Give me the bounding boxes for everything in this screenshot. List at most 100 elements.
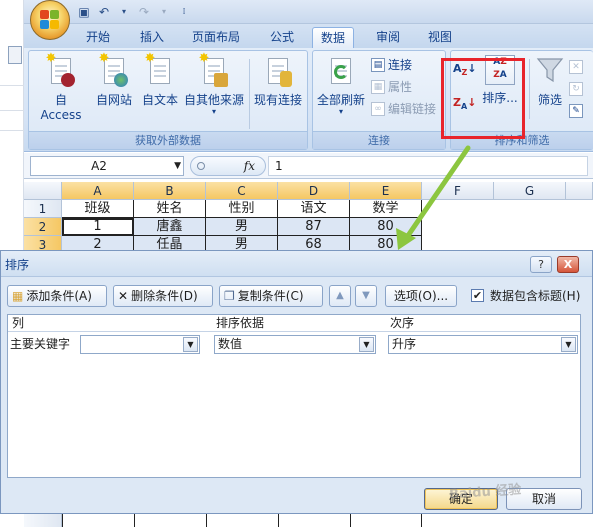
customize-qat-icon[interactable]: ⁞ bbox=[176, 4, 192, 20]
select-all-corner[interactable] bbox=[24, 182, 62, 200]
dialog-title: 排序 bbox=[5, 258, 30, 272]
from-text-label: 自文本 bbox=[141, 93, 178, 107]
redo-icon[interactable]: ↷ bbox=[136, 4, 152, 20]
cell-e1[interactable]: 数学 bbox=[350, 200, 422, 218]
close-button[interactable]: X bbox=[557, 256, 579, 273]
group-get-external-data: ✸ 自 Access ✸ 自网站 ✸ 自文本 ✸ 自其他来源 ▾ 现有连接 获取… bbox=[28, 50, 308, 150]
cell-a1[interactable]: 班级 bbox=[62, 200, 134, 218]
title-bar: ▣ ↶ ▾ ↷ ▾ ⁞ bbox=[24, 0, 593, 24]
cell-d1[interactable]: 语文 bbox=[278, 200, 350, 218]
tab-home[interactable]: 开始 bbox=[78, 27, 118, 48]
from-web-label: 自网站 bbox=[95, 93, 132, 107]
quick-access-toolbar: ▣ ↶ ▾ ↷ ▾ ⁞ bbox=[76, 3, 192, 21]
chevron-down-icon[interactable]: ▼ bbox=[561, 337, 576, 352]
redo-dropdown-icon[interactable]: ▾ bbox=[156, 4, 172, 20]
copy-condition-button[interactable]: ❐ 复制条件(C) bbox=[219, 285, 323, 307]
primary-key-label: 主要关键字 bbox=[10, 337, 71, 351]
copy-icon: ❐ bbox=[224, 289, 235, 303]
sort-on-value: 数值 bbox=[218, 337, 243, 351]
move-down-button[interactable]: ▼ bbox=[355, 285, 377, 307]
sort-on-select[interactable]: 数值 ▼ bbox=[214, 335, 376, 354]
help-button[interactable]: ? bbox=[530, 256, 552, 273]
reapply-filter-button[interactable]: ↻ bbox=[569, 79, 583, 99]
column-header-d[interactable]: D bbox=[278, 182, 350, 200]
connections-icon: ▤ bbox=[371, 58, 385, 72]
chevron-down-icon[interactable]: ▼ bbox=[359, 337, 374, 352]
column-header-col: 列 bbox=[8, 315, 212, 332]
cell-d2[interactable]: 87 bbox=[278, 218, 350, 236]
tab-data[interactable]: 数据 bbox=[312, 27, 355, 48]
ribbon-tab-row: 开始 插入 页面布局 公式 数据 审阅 视图 bbox=[24, 24, 593, 48]
refresh-all-button[interactable]: 全部刷新 ▾ bbox=[315, 55, 367, 116]
name-box-value: A2 bbox=[91, 159, 107, 173]
existing-connections-button[interactable]: 现有连接 bbox=[251, 55, 305, 108]
tab-view[interactable]: 视图 bbox=[420, 27, 460, 48]
refresh-all-label: 全部刷新 bbox=[316, 93, 365, 107]
properties-icon: ▦ bbox=[371, 80, 385, 94]
divider bbox=[0, 130, 24, 131]
from-other-sources-label: 自其他来源 bbox=[183, 93, 244, 107]
column-header-c[interactable]: C bbox=[206, 182, 278, 200]
from-other-sources-button[interactable]: ✸ 自其他来源 ▾ bbox=[181, 52, 247, 116]
cell-a2[interactable]: 1 bbox=[62, 218, 134, 236]
connections-button[interactable]: ▤ 连接 bbox=[371, 55, 412, 75]
clear-filter-button[interactable]: ✕ bbox=[569, 57, 583, 77]
row-header-1[interactable]: 1 bbox=[24, 200, 62, 218]
tab-page-layout[interactable]: 页面布局 bbox=[184, 27, 248, 48]
from-web-button[interactable]: ✸ 自网站 bbox=[91, 52, 137, 108]
edit-links-button[interactable]: ∞ 编辑链接 bbox=[371, 99, 436, 119]
chevron-down-icon[interactable]: ▼ bbox=[183, 337, 198, 352]
from-access-button[interactable]: ✸ 自 Access bbox=[33, 52, 89, 122]
move-up-button[interactable]: ▲ bbox=[329, 285, 351, 307]
options-label: 选项(O)... bbox=[393, 289, 449, 303]
row-header-2[interactable]: 2 bbox=[24, 218, 62, 236]
cell-c1[interactable]: 性别 bbox=[206, 200, 278, 218]
column-header-partial bbox=[566, 182, 593, 200]
tab-review[interactable]: 审阅 bbox=[368, 27, 408, 48]
sort-conditions-table: 列 排序依据 次序 主要关键字 ▼ 数值 ▼ 升序 ▼ bbox=[7, 314, 581, 478]
divider bbox=[529, 59, 530, 119]
from-text-button[interactable]: ✸ 自文本 bbox=[139, 52, 181, 108]
reapply-icon: ↻ bbox=[569, 82, 583, 96]
name-box[interactable]: A2 ▼ bbox=[30, 156, 184, 176]
tab-insert[interactable]: 插入 bbox=[132, 27, 172, 48]
column-header-g[interactable]: G bbox=[494, 182, 566, 200]
options-button[interactable]: 选项(O)... bbox=[385, 285, 457, 307]
fx-icon: fx bbox=[243, 159, 255, 173]
column-header-e[interactable]: E bbox=[350, 182, 422, 200]
edit-links-label: 编辑链接 bbox=[388, 102, 437, 116]
filter-button[interactable]: 筛选 bbox=[533, 55, 567, 108]
sheet-peek bbox=[0, 514, 593, 527]
has-headers-label: 数据包含标题(H) bbox=[490, 289, 581, 303]
cell-b2[interactable]: 唐鑫 bbox=[134, 218, 206, 236]
add-condition-icon: ▦ bbox=[12, 289, 24, 303]
properties-button[interactable]: ▦ 属性 bbox=[371, 77, 412, 97]
formula-value: 1 bbox=[275, 159, 283, 173]
tab-formulas[interactable]: 公式 bbox=[262, 27, 302, 48]
undo-icon[interactable]: ↶ bbox=[96, 4, 112, 20]
column-header-b[interactable]: B bbox=[134, 182, 206, 200]
cell-c2[interactable]: 男 bbox=[206, 218, 278, 236]
background-window-button[interactable] bbox=[8, 46, 22, 64]
formula-input[interactable]: 1 bbox=[268, 156, 588, 176]
primary-key-select[interactable]: ▼ bbox=[80, 335, 200, 354]
properties-label: 属性 bbox=[388, 80, 413, 94]
insert-function-control[interactable]: fx bbox=[190, 156, 266, 176]
has-headers-checkbox[interactable]: ✔ bbox=[471, 289, 484, 302]
name-box-dropdown-icon[interactable]: ▼ bbox=[174, 157, 181, 175]
order-select[interactable]: 升序 ▼ bbox=[388, 335, 578, 354]
office-button[interactable] bbox=[30, 0, 70, 40]
undo-dropdown-icon[interactable]: ▾ bbox=[116, 4, 132, 20]
column-header-f[interactable]: F bbox=[422, 182, 494, 200]
advanced-filter-button[interactable]: ✎ bbox=[569, 101, 583, 121]
cell-e2[interactable]: 80 bbox=[350, 218, 422, 236]
column-header-a[interactable]: A bbox=[62, 182, 134, 200]
from-access-label: 自 Access bbox=[40, 93, 82, 122]
cell-b1[interactable]: 姓名 bbox=[134, 200, 206, 218]
column-header-sort-on: 排序依据 bbox=[212, 315, 386, 332]
group-label-connections: 连接 bbox=[313, 131, 445, 149]
order-value: 升序 bbox=[392, 337, 417, 351]
add-condition-button[interactable]: ▦ 添加条件(A) bbox=[7, 285, 107, 307]
save-icon[interactable]: ▣ bbox=[76, 4, 92, 20]
delete-condition-button[interactable]: ✕ 删除条件(D) bbox=[113, 285, 213, 307]
